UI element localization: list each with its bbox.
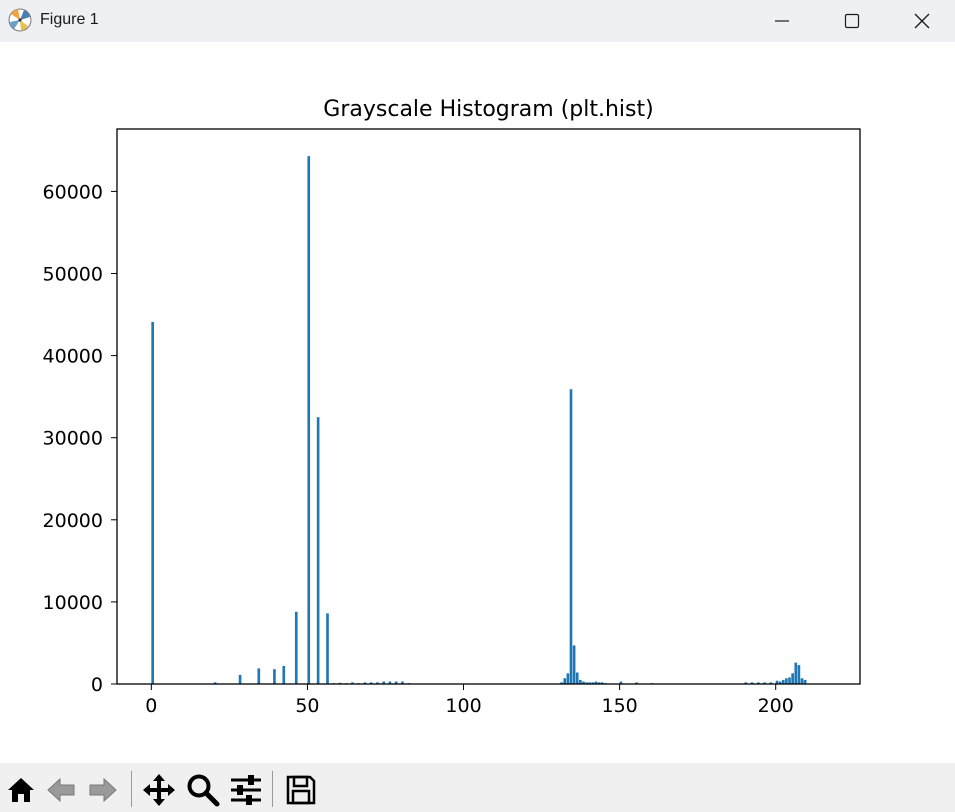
back-arrow-icon xyxy=(47,777,75,803)
histogram-bar xyxy=(316,417,320,684)
x-axis: 0 50 100 150 200 xyxy=(145,684,794,717)
pan-move-icon xyxy=(143,774,175,806)
y-axis: 0 10000 20000 30000 40000 50000 60000 xyxy=(43,181,117,696)
histogram-bar xyxy=(563,678,567,684)
matplotlib-icon[interactable] xyxy=(8,8,32,32)
zoom-button[interactable] xyxy=(184,769,222,811)
maximize-button[interactable] xyxy=(822,0,882,42)
histogram-bar xyxy=(151,321,154,684)
window-title: Figure 1 xyxy=(40,11,99,28)
figure-canvas[interactable]: Grayscale Histogram (plt.hist) 0 50 100 150… xyxy=(0,42,955,762)
pan-button[interactable] xyxy=(140,769,178,811)
histogram-bar xyxy=(238,674,242,684)
y-tick-label: 20000 xyxy=(43,510,103,532)
close-icon xyxy=(914,13,930,29)
toolbar-separator xyxy=(272,771,273,807)
histogram-bar xyxy=(788,677,791,684)
navigation-toolbar xyxy=(0,763,955,812)
bars-group xyxy=(151,156,807,684)
x-tick-label: 0 xyxy=(145,695,157,717)
forward-arrow-icon xyxy=(89,777,117,803)
histogram-bar xyxy=(307,156,311,684)
histogram-bar xyxy=(791,673,794,684)
histogram-bar xyxy=(794,662,798,684)
chart-title: Grayscale Histogram (plt.hist) xyxy=(323,97,653,122)
y-tick-label: 60000 xyxy=(43,181,103,203)
minimize-button[interactable] xyxy=(752,0,812,42)
y-tick-label: 40000 xyxy=(43,346,103,368)
zoom-magnifier-icon xyxy=(187,774,220,807)
histogram-bar xyxy=(257,668,261,684)
close-button[interactable] xyxy=(892,0,952,42)
histogram-bar xyxy=(575,672,579,684)
histogram-bar xyxy=(282,665,286,684)
x-tick-label: 100 xyxy=(445,695,481,717)
y-tick-label: 0 xyxy=(91,674,103,696)
histogram-chart: Grayscale Histogram (plt.hist) 0 50 100 150… xyxy=(43,97,861,717)
save-button[interactable] xyxy=(282,769,320,811)
histogram-bar xyxy=(566,673,570,684)
histogram-bar xyxy=(273,669,276,684)
x-tick-label: 200 xyxy=(758,695,794,717)
histogram-bar xyxy=(797,665,801,684)
configure-subplots-icon xyxy=(231,775,261,805)
histogram-bar xyxy=(569,389,573,684)
forward-button[interactable] xyxy=(84,769,122,811)
configure-subplots-button[interactable] xyxy=(227,769,265,811)
home-icon xyxy=(8,778,34,802)
y-tick-label: 30000 xyxy=(43,428,103,450)
window-titlebar: Figure 1 xyxy=(0,0,955,42)
y-tick-label: 50000 xyxy=(43,263,103,285)
plot-frame xyxy=(116,128,861,685)
back-button[interactable] xyxy=(42,769,80,811)
histogram-bar xyxy=(326,613,329,684)
home-button[interactable] xyxy=(2,769,40,811)
histogram-bar xyxy=(294,611,298,684)
x-tick-label: 50 xyxy=(295,695,319,717)
maximize-icon xyxy=(844,13,860,29)
histogram-bar xyxy=(785,678,788,684)
histogram-bar xyxy=(572,645,576,684)
histogram-bar xyxy=(800,678,804,684)
toolbar-separator xyxy=(131,771,132,807)
x-tick-label: 150 xyxy=(601,695,637,717)
save-disk-icon xyxy=(286,775,316,805)
minimize-icon xyxy=(775,20,789,22)
y-tick-label: 10000 xyxy=(43,592,103,614)
